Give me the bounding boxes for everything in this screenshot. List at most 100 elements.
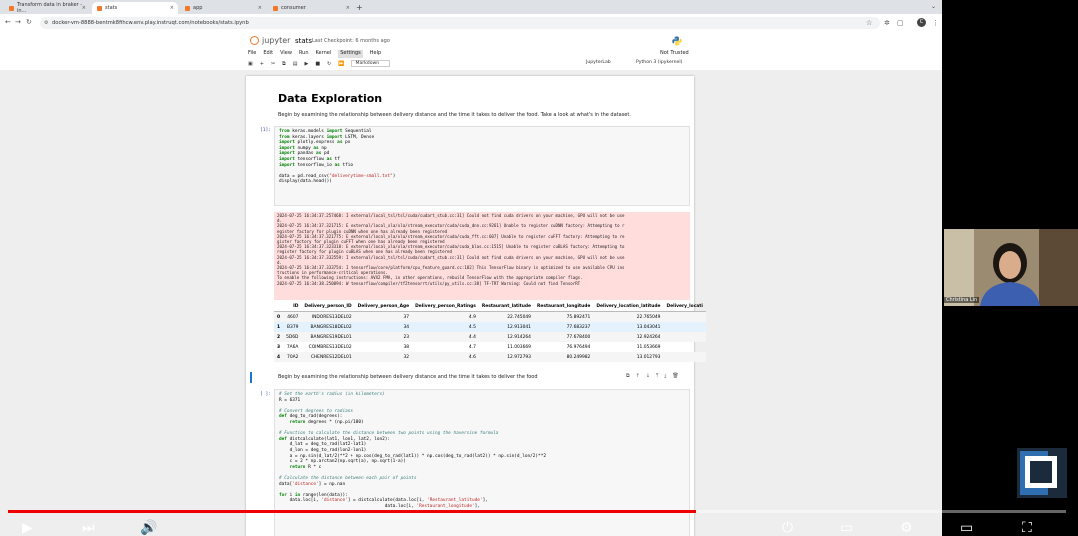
code-token: keras.layers bbox=[289, 134, 327, 140]
site-info-icon[interactable]: ⚙ bbox=[44, 17, 48, 29]
fullscreen-icon[interactable]: ⛶ bbox=[1022, 520, 1032, 536]
table-cell: 70A2 bbox=[283, 352, 302, 362]
table-cell: 4607 bbox=[283, 311, 302, 322]
notebook-name[interactable]: stats bbox=[295, 37, 312, 45]
table-cell: 12.972793 bbox=[478, 352, 534, 362]
insert-below-icon[interactable]: ⤓ bbox=[664, 373, 666, 379]
menu-file[interactable]: File bbox=[248, 50, 256, 58]
stop-icon[interactable]: ■ bbox=[315, 61, 320, 67]
back-icon[interactable]: ← bbox=[5, 18, 11, 26]
add-cell-icon[interactable]: + bbox=[260, 61, 264, 67]
insert-above-icon[interactable]: ⤒ bbox=[656, 373, 658, 379]
table-cell: CHENRES12DEL01 bbox=[301, 352, 355, 362]
subtitles-icon[interactable]: ▭ bbox=[840, 520, 853, 536]
menu-run[interactable]: Run bbox=[299, 50, 309, 58]
table-cell: 34 bbox=[354, 322, 413, 332]
table-cell: 13.043041 bbox=[593, 322, 664, 332]
jupyter-header: jupyter stats Last Checkpoint: 6 months … bbox=[0, 32, 942, 71]
menu-view[interactable]: View bbox=[280, 50, 292, 58]
menu-edit[interactable]: Edit bbox=[263, 50, 273, 58]
theater-mode-icon[interactable]: ▭ bbox=[960, 520, 973, 536]
table-header-cell: Restaurant_latitude bbox=[478, 302, 534, 312]
extensions-icon[interactable]: ✲ bbox=[884, 19, 890, 27]
brand-logo-icon bbox=[1017, 448, 1067, 498]
browser-tab[interactable]: consumer × bbox=[268, 2, 354, 14]
new-tab-button[interactable]: + bbox=[356, 3, 363, 12]
tab-favicon-icon bbox=[9, 5, 14, 11]
reload-icon[interactable]: ↻ bbox=[26, 18, 32, 26]
browser-tab-bar: Transform data in braker - in... × stats ×… bbox=[0, 0, 942, 14]
code-token: from bbox=[279, 129, 290, 134]
close-icon[interactable]: × bbox=[258, 5, 262, 11]
restart-icon[interactable]: ↻ bbox=[327, 61, 331, 67]
code-token: tensorflow bbox=[294, 156, 327, 162]
markdown-cell[interactable]: Begin by examining the relationship betw… bbox=[278, 374, 538, 380]
move-down-icon[interactable]: ↓ bbox=[646, 373, 650, 379]
save-icon[interactable]: ▣ bbox=[248, 61, 253, 67]
window-controls-icon[interactable]: ⌄ bbox=[931, 3, 936, 10]
autoplay-toggle-icon[interactable]: ⏻ bbox=[782, 520, 793, 536]
close-icon[interactable]: × bbox=[346, 5, 350, 11]
code-token: # Set the earth's radius (in kilometers) bbox=[279, 392, 385, 397]
table-cell: 37 bbox=[354, 311, 413, 322]
cut-icon[interactable]: ✂ bbox=[271, 61, 275, 67]
play-icon[interactable]: ▶ bbox=[22, 520, 33, 536]
cell-type-select[interactable]: Markdown bbox=[351, 60, 391, 67]
code-token: import bbox=[326, 134, 343, 140]
copy-icon[interactable]: ⧉ bbox=[282, 61, 286, 67]
code-token: data.loc[i, bbox=[279, 503, 417, 509]
run-icon[interactable]: ▶ bbox=[304, 61, 308, 67]
menu-settings[interactable]: Settings bbox=[338, 50, 363, 58]
duplicate-cell-icon[interactable]: ⧉ bbox=[626, 373, 630, 379]
table-cell: INDORES13DEL02 bbox=[301, 311, 355, 322]
avatar[interactable]: C bbox=[917, 18, 926, 27]
table-row: 3 7A6A COIMBRES13DEL02 38 4.7 11.003669 76.976… bbox=[274, 342, 706, 352]
code-cell[interactable]: from keras.models import Sequential from … bbox=[274, 126, 690, 206]
table-header-cell bbox=[274, 302, 284, 312]
jupyter-logo[interactable]: jupyter bbox=[250, 36, 290, 45]
table-cell: COIMBRES13DEL02 bbox=[308, 344, 352, 350]
code-token: display(data.head()) bbox=[279, 179, 332, 185]
move-up-icon[interactable]: ↑ bbox=[636, 373, 640, 379]
browser-tab-active[interactable]: stats × bbox=[92, 2, 178, 14]
code-token: a = np.sin(d_lat/2)**2 + np.cos(deg_to_r… bbox=[279, 453, 546, 459]
jupyter-logo-text: jupyter bbox=[262, 36, 291, 45]
more-menu-icon[interactable]: ⋮ bbox=[932, 19, 939, 27]
paste-icon[interactable]: ▤ bbox=[293, 61, 298, 67]
side-panel-icon[interactable]: ▢ bbox=[897, 19, 904, 27]
browser-tab[interactable]: app × bbox=[180, 2, 266, 14]
code-cell[interactable]: # Set the earth's radius (in kilometers)… bbox=[274, 389, 690, 536]
row-index: 4 bbox=[274, 352, 284, 362]
kernel-status[interactable]: Python 3 (ipykernel) bbox=[636, 60, 682, 65]
cell-prompt: [ ]: bbox=[260, 392, 272, 397]
jupyterlab-link[interactable]: JupyterLab bbox=[586, 60, 611, 65]
menu-help[interactable]: Help bbox=[370, 50, 381, 58]
table-header-row: ID Delivery_person_ID Delivery_person_Age D… bbox=[274, 302, 706, 312]
delete-cell-icon[interactable]: 🗑 bbox=[672, 373, 678, 379]
code-token: return bbox=[289, 419, 306, 425]
code-token: def bbox=[279, 436, 287, 442]
close-icon[interactable]: × bbox=[82, 5, 86, 11]
browser-tab[interactable]: Transform data in braker - in... × bbox=[4, 2, 90, 14]
bookmark-star-icon[interactable]: ☆ bbox=[866, 19, 872, 27]
forward-icon[interactable]: → bbox=[15, 18, 21, 26]
trust-status[interactable]: Not Trusted bbox=[660, 50, 689, 56]
code-token: c = 2 * np.arctan2(np.sqrt(a), np.sqrt(1… bbox=[279, 459, 406, 465]
next-icon[interactable]: ⏭ bbox=[82, 520, 95, 536]
table-cell: 4.4 bbox=[412, 332, 479, 342]
volume-icon[interactable]: 🔊 bbox=[140, 520, 157, 536]
table-cell: 76.976494 bbox=[566, 344, 591, 350]
table-header-cell: Delivery_location_latitude bbox=[593, 302, 664, 312]
address-bar[interactable]: ⚙ docker-vm-8888-bentmk8fihcw.env.play.in… bbox=[40, 17, 880, 29]
code-token: # Calculate the distance between each pa… bbox=[279, 475, 417, 481]
cell-toolbar: ⧉ ↑ ↓ ⤒ ⤓ 🗑 bbox=[626, 373, 679, 379]
table-header-cell: ID bbox=[283, 302, 302, 312]
menu-kernel[interactable]: Kernel bbox=[316, 50, 332, 58]
code-token: 'Restaurant_longitude' bbox=[416, 503, 475, 509]
settings-gear-icon[interactable]: ⚙ bbox=[900, 520, 913, 536]
table-cell: 13.012793 bbox=[593, 352, 664, 362]
row-index: 0 bbox=[274, 311, 284, 322]
close-icon[interactable]: × bbox=[170, 5, 174, 11]
restart-run-all-icon[interactable]: ⏩ bbox=[338, 61, 344, 67]
